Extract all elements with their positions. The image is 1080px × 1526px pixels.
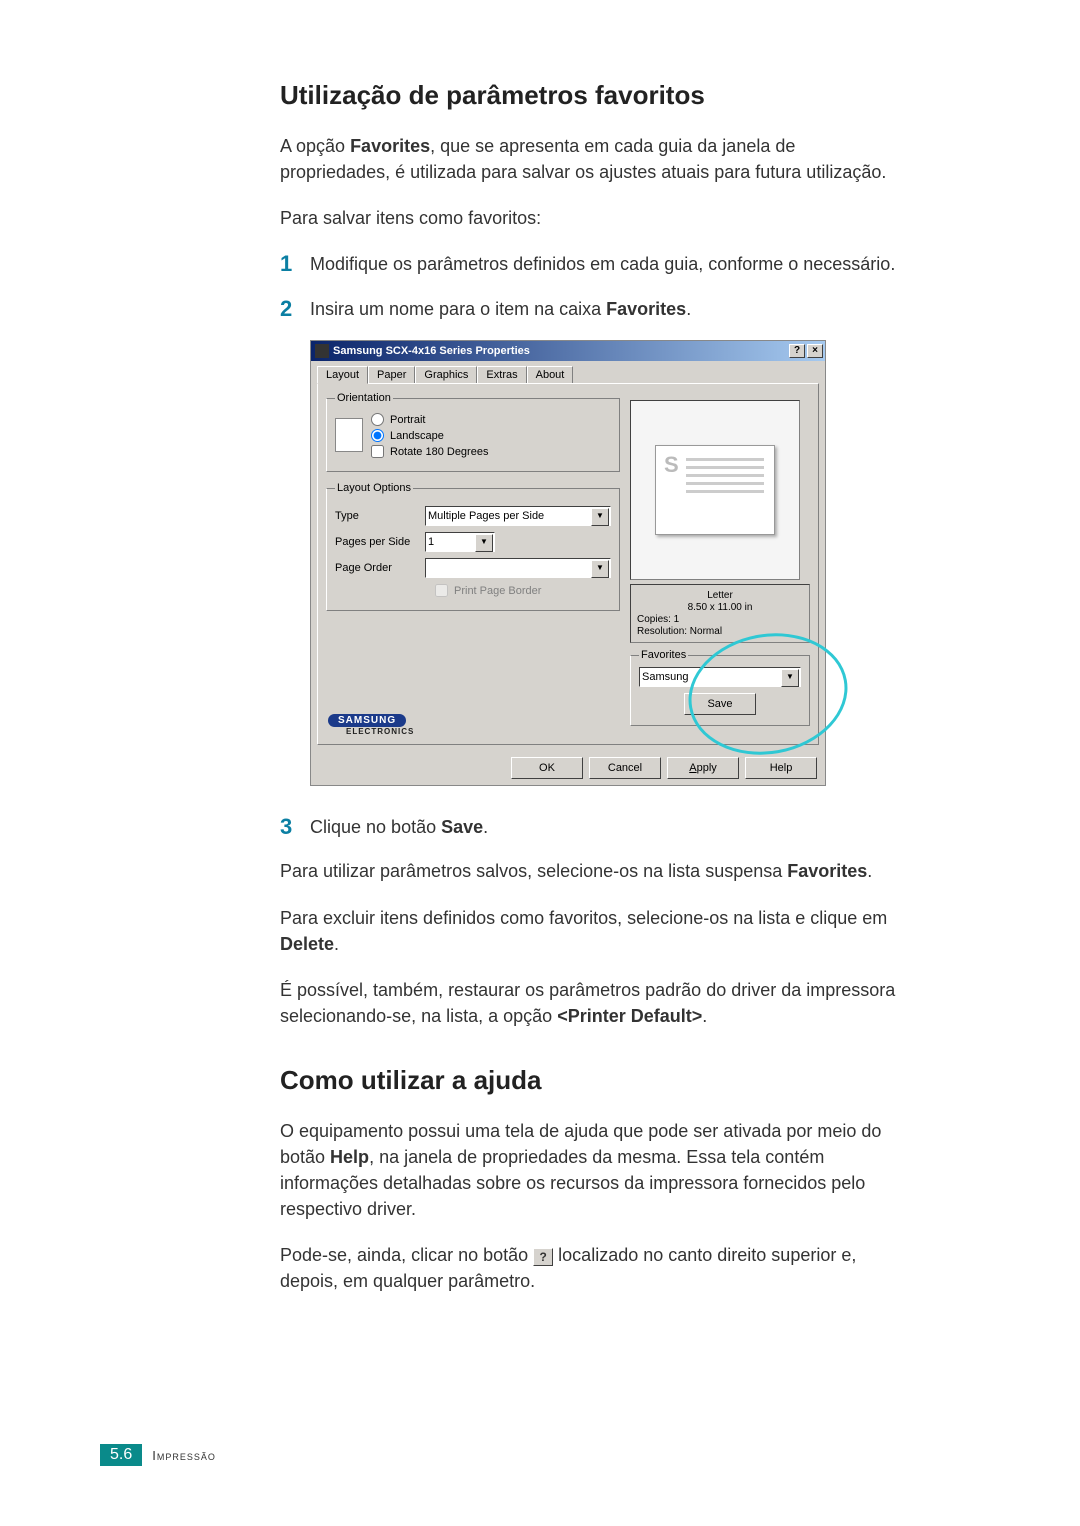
text: Pode-se, ainda, clicar no botão [280, 1245, 533, 1265]
layout-options-group: Layout Options Type Pages per Side [326, 482, 620, 611]
ok-button[interactable]: OK [511, 757, 583, 779]
question-mark-icon: ? [533, 1248, 553, 1266]
cancel-button[interactable]: Cancel [589, 757, 661, 779]
text: . [334, 934, 339, 954]
window-title: Samsung SCX-4x16 Series Properties [333, 345, 787, 357]
page-order-label: Page Order [335, 562, 425, 574]
favorites-group: Favorites Save [630, 649, 810, 726]
pages-per-side-select[interactable] [425, 532, 495, 552]
bold-save: Save [441, 817, 483, 837]
use-saved-paragraph: Para utilizar parâmetros salvos, selecio… [280, 858, 910, 884]
text: Insira um nome para o item na caixa [310, 299, 606, 319]
tab-layout[interactable]: Layout [317, 366, 368, 384]
print-border-label: Print Page Border [454, 585, 541, 597]
bold-favorites: Favorites [350, 136, 430, 156]
favorites-input[interactable] [639, 667, 801, 687]
favorites-legend: Favorites [639, 649, 688, 661]
tab-strip: Layout Paper Graphics Extras About [311, 361, 825, 383]
step-text: Clique no botão Save. [310, 814, 488, 840]
bold-favorites: Favorites [606, 299, 686, 319]
landscape-label: Landscape [390, 430, 444, 442]
close-button[interactable]: × [807, 344, 823, 358]
paper-name: Letter [637, 590, 803, 601]
step-number: 2 [280, 296, 310, 322]
text: . [867, 861, 872, 881]
page-footer: 5.6 Impressão [100, 1444, 216, 1466]
step-text: Modifique os parâmetros definidos em cad… [310, 251, 895, 277]
printer-icon [315, 344, 329, 358]
type-label: Type [335, 510, 425, 522]
preview-page-icon: S [655, 445, 775, 535]
dialog-button-bar: OK Cancel Apply Help [311, 751, 825, 785]
type-select[interactable] [425, 506, 611, 526]
tab-about[interactable]: About [527, 366, 574, 384]
rotate-checkbox[interactable] [371, 445, 384, 458]
landscape-radio[interactable] [371, 429, 384, 442]
save-button[interactable]: Save [684, 693, 756, 715]
chapter-name: Impressão [152, 1448, 216, 1463]
page-number-badge: 5.6 [100, 1444, 142, 1466]
tab-paper[interactable]: Paper [368, 366, 415, 384]
help-paragraph-2: Pode-se, ainda, clicar no botão ? locali… [280, 1242, 910, 1294]
heading-help: Como utilizar a ajuda [280, 1065, 910, 1096]
intro-paragraph: A opção Favorites, que se apresenta em c… [280, 133, 910, 185]
portrait-radio[interactable] [371, 413, 384, 426]
restore-default-paragraph: É possível, também, restaurar os parâmet… [280, 977, 910, 1029]
delete-paragraph: Para excluir itens definidos como favori… [280, 905, 910, 957]
text: Clique no botão [310, 817, 441, 837]
help-titlebar-button[interactable]: ? [789, 344, 805, 358]
page-preview: S [630, 400, 800, 580]
logo-subtext: ELECTRONICS [346, 727, 414, 736]
heading-favorites: Utilização de parâmetros favoritos [280, 80, 910, 111]
step-3: 3 Clique no botão Save. [280, 814, 910, 840]
bold-printer-default: <Printer Default> [557, 1006, 702, 1026]
apply-button[interactable]: Apply [667, 757, 739, 779]
bold-favorites: Favorites [787, 861, 867, 881]
save-intro: Para salvar itens como favoritos: [280, 205, 910, 231]
bold-help: Help [330, 1147, 369, 1167]
resolution-info: Resolution: Normal [637, 626, 803, 637]
step-number: 3 [280, 814, 310, 840]
logo-text: SAMSUNG [328, 714, 406, 727]
samsung-logo: SAMSUNG ELECTRONICS [328, 714, 414, 736]
step-text: Insira um nome para o item na caixa Favo… [310, 296, 691, 322]
apply-rest: pply [697, 762, 717, 774]
tab-extras[interactable]: Extras [477, 366, 526, 384]
step-2: 2 Insira um nome para o item na caixa Fa… [280, 296, 910, 322]
page-order-select [425, 558, 611, 578]
text: . [483, 817, 488, 837]
text: . [702, 1006, 707, 1026]
orientation-preview-icon [335, 418, 363, 452]
text: Para utilizar parâmetros salvos, selecio… [280, 861, 787, 881]
step-1: 1 Modifique os parâmetros definidos em c… [280, 251, 910, 277]
portrait-label: Portrait [390, 414, 425, 426]
paper-size: 8.50 x 11.00 in [637, 602, 803, 613]
rotate-label: Rotate 180 Degrees [390, 446, 488, 458]
pages-per-side-label: Pages per Side [335, 536, 425, 548]
properties-dialog: Samsung SCX-4x16 Series Properties ? × L… [310, 340, 826, 786]
text: . [686, 299, 691, 319]
paper-info: Letter 8.50 x 11.00 in Copies: 1 Resolut… [630, 584, 810, 643]
help-paragraph-1: O equipamento possui uma tela de ajuda q… [280, 1118, 910, 1222]
tab-graphics[interactable]: Graphics [415, 366, 477, 384]
step-number: 1 [280, 251, 310, 277]
bold-delete: Delete [280, 934, 334, 954]
help-button[interactable]: Help [745, 757, 817, 779]
print-border-checkbox [435, 584, 448, 597]
tab-panel: Orientation Portrait Landscape Rotate 18… [317, 383, 819, 745]
titlebar: Samsung SCX-4x16 Series Properties ? × [311, 341, 825, 361]
layout-options-legend: Layout Options [335, 482, 413, 494]
orientation-group: Orientation Portrait Landscape Rotate 18… [326, 392, 620, 472]
orientation-legend: Orientation [335, 392, 393, 404]
text: A opção [280, 136, 350, 156]
text: Para excluir itens definidos como favori… [280, 908, 887, 928]
copies-info: Copies: 1 [637, 614, 803, 625]
